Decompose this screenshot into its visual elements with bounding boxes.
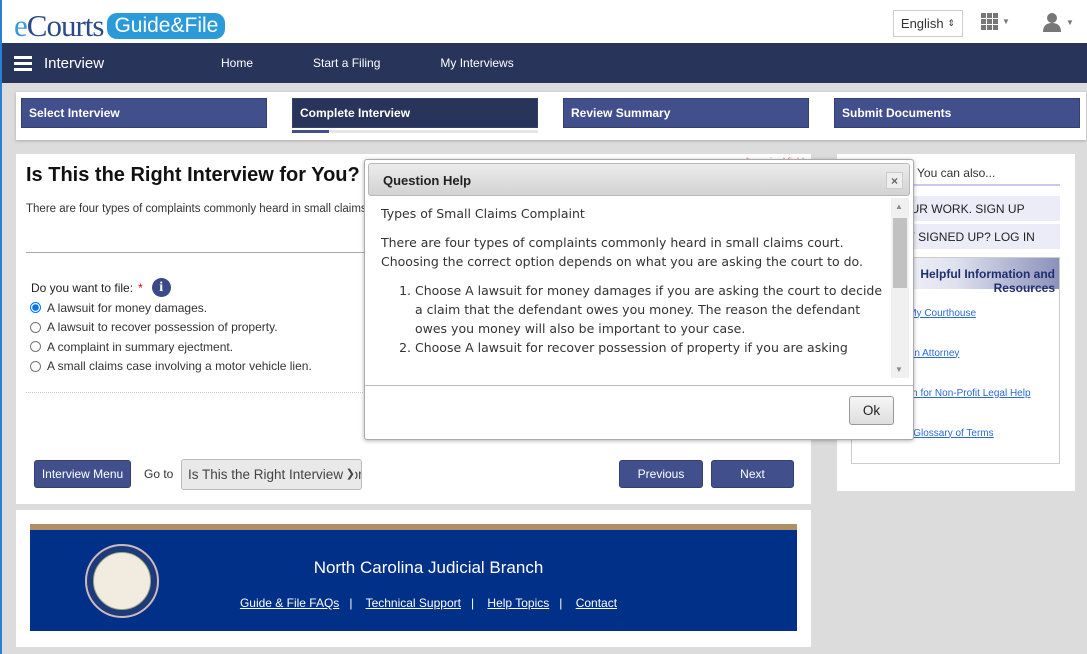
nav-my-interviews[interactable]: My Interviews xyxy=(440,56,513,70)
help-heading: Types of Small Claims Complaint xyxy=(381,206,585,221)
step-submit-documents[interactable]: Submit Documents xyxy=(834,98,1080,128)
dialog-title-bar[interactable]: Question Help × xyxy=(368,163,910,196)
question-label: Do you want to file: * i xyxy=(31,278,171,297)
question-help-dialog: Question Help × Types of Small Claims Co… xyxy=(364,159,914,440)
scrollbar-thumb[interactable] xyxy=(893,218,907,288)
goto-value: Is This the Right Interview for You? xyxy=(188,467,361,482)
radio-option[interactable]: A lawsuit to recover possession of prope… xyxy=(30,318,312,338)
hamburger-menu-icon[interactable] xyxy=(14,53,32,74)
radio-button[interactable] xyxy=(30,302,41,314)
close-icon[interactable]: × xyxy=(886,172,903,189)
language-value: English xyxy=(900,16,944,31)
nav-start-filing[interactable]: Start a Filing xyxy=(313,56,380,70)
user-menu-button[interactable]: ▼ xyxy=(1042,12,1074,32)
nav-home[interactable]: Home xyxy=(221,56,253,70)
nav-bar: Interview Home Start a Filing My Intervi… xyxy=(2,43,1087,83)
required-star: * xyxy=(138,280,143,295)
step-complete-interview[interactable]: Complete Interview xyxy=(292,98,538,128)
help-topics-link[interactable]: Help Topics xyxy=(487,596,549,610)
footer-title: North Carolina Judicial Branch xyxy=(313,558,544,577)
step-review-summary[interactable]: Review Summary xyxy=(563,98,809,128)
goto-select[interactable]: Is This the Right Interview for You?❯ xyxy=(181,459,362,490)
radio-button[interactable] xyxy=(30,341,41,353)
footer: North Carolina Judicial Branch Guide & F… xyxy=(16,510,811,647)
grid-icon xyxy=(981,13,998,30)
dialog-content: Types of Small Claims Complaint There ar… xyxy=(367,198,910,379)
radio-option[interactable]: A complaint in summary ejectment. xyxy=(30,337,312,357)
caret-down-icon: ▼ xyxy=(1066,17,1074,27)
info-icon[interactable]: i xyxy=(151,278,171,297)
nav-title: Interview xyxy=(44,54,105,72)
option-label: A small claims case involving a motor ve… xyxy=(47,359,312,374)
faqs-link[interactable]: Guide & File FAQs xyxy=(240,596,339,610)
progress-steps: Select Interview Complete Interview Revi… xyxy=(16,92,1086,140)
chevron-down-icon: ❯ xyxy=(345,467,355,480)
option-label: A lawsuit for money damages. xyxy=(47,300,208,315)
footer-links: Guide & File FAQs | Technical Support | He… xyxy=(239,596,618,610)
file-type-radio-group: A lawsuit for money damages. A lawsuit t… xyxy=(30,298,312,376)
goto-label: Go to xyxy=(144,467,174,481)
apps-menu-button[interactable]: ▼ xyxy=(981,13,1010,30)
sort-arrows-icon: ⇕ xyxy=(947,18,956,28)
help-list-item: Choose A lawsuit for recover possession … xyxy=(415,338,890,357)
scroll-up-icon[interactable]: ▲ xyxy=(895,202,903,211)
help-paragraph: There are four types of complaints commo… xyxy=(381,235,863,269)
radio-button[interactable] xyxy=(30,360,41,372)
help-list: Choose A lawsuit for money damages if yo… xyxy=(381,281,890,357)
logo-text: eCourts xyxy=(14,8,104,43)
radio-option[interactable]: A small claims case involving a motor ve… xyxy=(30,357,312,377)
step-progress-fill xyxy=(292,130,329,133)
scroll-down-icon[interactable]: ▼ xyxy=(895,365,903,374)
language-select[interactable]: English ⇕ xyxy=(893,10,963,37)
page-title: Is This the Right Interview for You? xyxy=(26,164,360,186)
header: eCourts Guide&File English ⇕ ▼ ▼ xyxy=(2,0,1087,43)
step-select-interview[interactable]: Select Interview xyxy=(21,98,267,128)
previous-button[interactable]: Previous xyxy=(619,460,703,488)
contact-link[interactable]: Contact xyxy=(576,596,617,610)
radio-option[interactable]: A lawsuit for money damages. xyxy=(30,298,312,318)
option-label: A complaint in summary ejectment. xyxy=(47,339,234,354)
option-label: A lawsuit to recover possession of prope… xyxy=(47,320,278,335)
step-progress-bar xyxy=(292,130,538,133)
user-icon xyxy=(1043,13,1061,32)
caret-down-icon: ▼ xyxy=(1002,17,1010,26)
interview-menu-button[interactable]: Interview Menu xyxy=(34,460,131,488)
ecourts-logo[interactable]: eCourts Guide&File xyxy=(14,8,226,44)
radio-button[interactable] xyxy=(30,321,41,333)
dialog-scrollbar[interactable]: ▲ ▼ xyxy=(891,198,909,378)
dialog-title: Question Help xyxy=(383,173,472,188)
footer-banner: North Carolina Judicial Branch Guide & F… xyxy=(30,524,797,631)
next-button[interactable]: Next xyxy=(711,460,794,488)
help-list-item: Choose A lawsuit for money damages if yo… xyxy=(415,281,890,338)
logo-badge: Guide&File xyxy=(107,13,226,39)
question-text: Do you want to file: xyxy=(31,280,134,295)
divider xyxy=(365,385,913,386)
tech-support-link[interactable]: Technical Support xyxy=(366,596,461,610)
ok-button[interactable]: Ok xyxy=(849,396,894,425)
